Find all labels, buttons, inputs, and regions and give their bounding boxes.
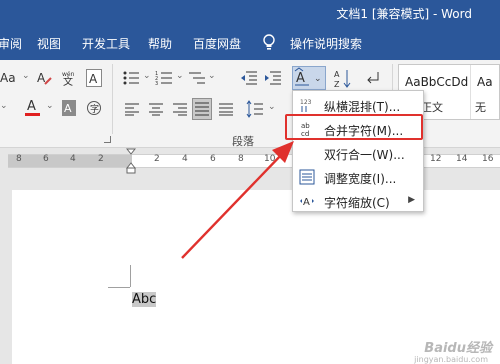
watermark-url: jingyan.baidu.com (414, 355, 488, 364)
increase-indent-icon[interactable] (264, 70, 282, 86)
chevron-down-icon[interactable]: ⌄ (46, 102, 54, 111)
svg-text:⌄: ⌄ (314, 74, 322, 84)
svg-text:文: 文 (63, 75, 73, 86)
ruler-number: 4 (182, 154, 188, 164)
margin-corner-mark (108, 287, 130, 288)
menu-item-label: 字符缩放(C) (324, 196, 390, 210)
character-border-icon[interactable]: A (86, 69, 102, 87)
svg-text:A: A (303, 197, 310, 208)
ruler-number: 2 (98, 154, 104, 164)
ribbon: Aa ⌄ A wén 文 A ⌄ A ⌄ A 字 ⌄ 123 ⌄ ⌄ A ⌄ AZ (0, 60, 500, 148)
svg-text:Z: Z (334, 80, 340, 89)
ruler-number: 16 (482, 154, 494, 164)
document-text[interactable]: Abc (132, 292, 157, 307)
decrease-indent-icon[interactable] (240, 70, 258, 86)
style-sample: AaBbCcDd (405, 75, 469, 89)
ruler-number: 8 (238, 154, 244, 164)
ruler-number: 12 (430, 154, 442, 164)
ruler-number: 10 (264, 154, 276, 164)
svg-text:A: A (89, 72, 98, 86)
menu-item-label: 调整宽度(I)... (324, 172, 397, 186)
style-name: 无 (475, 101, 486, 114)
distributed-icon[interactable] (218, 102, 234, 116)
align-center-icon[interactable] (148, 102, 164, 116)
menu-item-label: 双行合一(W)... (324, 148, 405, 162)
fit-text-icon (299, 169, 315, 185)
change-case-icon[interactable]: Aa (0, 72, 16, 84)
vertical-horizontal-icon: 123 (299, 97, 315, 113)
menu-item-character-scaling[interactable]: A 字符缩放(C) ▶ (293, 189, 423, 213)
indent-marker-icon[interactable] (126, 148, 136, 174)
justify-icon[interactable] (192, 98, 212, 120)
chevron-down-icon[interactable]: ⌄ (143, 72, 151, 81)
character-scaling-icon: A (299, 193, 315, 209)
tell-me-search[interactable]: 操作说明搜索 (290, 35, 362, 52)
paragraph-group-label: 段落 (232, 135, 254, 148)
clear-formatting-icon[interactable]: A (36, 70, 52, 86)
numbering-icon[interactable]: 123 (155, 70, 173, 87)
tab-developer[interactable]: 开发工具 (82, 35, 130, 52)
selected-text[interactable]: Abc (132, 292, 157, 307)
ruler-strip: 8 6 4 2 2 4 6 8 10 12 14 16 (8, 154, 500, 168)
tab-review[interactable]: 审阅 (0, 35, 22, 52)
tab-help[interactable]: 帮助 (148, 35, 172, 52)
line-spacing-icon[interactable] (246, 100, 264, 118)
chevron-down-icon[interactable]: ⌄ (268, 103, 276, 112)
watermark-logo: Baidu经验 (424, 341, 492, 356)
phonetic-guide-icon[interactable]: wén 文 (60, 70, 78, 88)
ruler-number: 8 (16, 154, 22, 164)
font-dialog-launcher[interactable] (104, 136, 111, 143)
ruler-number: 6 (210, 154, 216, 164)
asian-layout-menu: 123 纵横混排(T)... ab cd 合并字符(M)... 双行合一(W)..… (292, 90, 424, 212)
enclose-characters-icon[interactable]: 字 (86, 100, 102, 116)
chevron-down-icon[interactable]: ⌄ (22, 72, 30, 81)
submenu-arrow-icon: ▶ (408, 195, 415, 205)
style-no-spacing[interactable]: Aa 无 (471, 65, 500, 119)
svg-text:A: A (296, 71, 305, 86)
svg-text:123: 123 (300, 99, 312, 106)
ruler-number: 6 (43, 154, 49, 164)
show-hide-marks-icon[interactable] (364, 70, 382, 86)
bullets-icon[interactable] (122, 70, 140, 86)
svg-text:字: 字 (90, 103, 99, 115)
svg-text:A: A (27, 99, 36, 114)
font-color-button[interactable]: A (24, 98, 42, 118)
tab-view[interactable]: 视图 (37, 35, 61, 52)
svg-text:A: A (334, 70, 340, 79)
sort-icon[interactable]: AZ (334, 68, 352, 90)
horizontal-ruler[interactable]: 8 6 4 2 2 4 6 8 10 12 14 16 (0, 148, 500, 174)
multilevel-list-icon[interactable] (188, 70, 206, 86)
chevron-down-icon[interactable]: ⌄ (0, 102, 8, 111)
ruler-number: 4 (70, 154, 76, 164)
align-right-icon[interactable] (172, 102, 188, 116)
ribbon-tabs: 审阅 视图 开发工具 帮助 百度网盘 操作说明搜索 (0, 26, 500, 60)
menu-item-label: 纵横混排(T)... (324, 100, 401, 114)
tab-baidu-netdisk[interactable]: 百度网盘 (193, 35, 241, 52)
lightbulb-icon (263, 34, 275, 50)
asian-layout-button[interactable]: A ⌄ (292, 66, 326, 90)
style-sample: Aa (477, 75, 493, 89)
menu-item-fit-text[interactable]: 调整宽度(I)... (293, 165, 423, 189)
ruler-number: 14 (456, 154, 468, 164)
menu-item-two-lines-in-one[interactable]: 双行合一(W)... (293, 141, 423, 165)
chevron-down-icon[interactable]: ⌄ (208, 72, 216, 81)
svg-text:A: A (37, 71, 46, 85)
window-title: 文档1 [兼容模式] - Word (336, 7, 472, 21)
character-shading-icon[interactable]: A (62, 100, 76, 116)
annotation-highlight-box (285, 114, 423, 140)
svg-text:3: 3 (155, 81, 158, 86)
chevron-down-icon[interactable]: ⌄ (176, 72, 184, 81)
ruler-number: 2 (154, 154, 160, 164)
style-name: 正文 (421, 101, 443, 114)
svg-text:A: A (64, 102, 72, 115)
margin-corner-mark (130, 265, 131, 287)
align-left-icon[interactable] (124, 102, 140, 116)
title-bar: 文档1 [兼容模式] - Word (0, 0, 500, 26)
